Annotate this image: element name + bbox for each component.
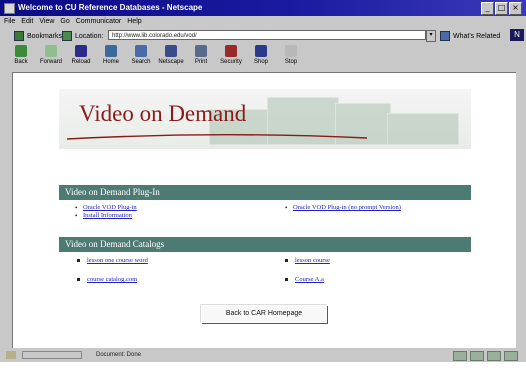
security-icon xyxy=(225,45,237,57)
toolbar-button-label: Stop xyxy=(284,59,298,65)
catalog-item: lesson one course word xyxy=(77,257,267,276)
menu-communicator[interactable]: Communicator xyxy=(76,16,122,28)
stop-icon xyxy=(285,45,297,57)
toolbar-button-label: Back xyxy=(14,59,28,65)
toolbar-button-shop[interactable]: Shop xyxy=(246,43,276,71)
bookmarks-label: Bookmarks xyxy=(27,32,63,40)
catalog-link[interactable]: lesson one course word xyxy=(87,257,267,265)
toolbar-button-home[interactable]: Home xyxy=(96,43,126,71)
oracle-vod-plugin-link[interactable]: Oracle VOD Plug-in xyxy=(75,204,275,212)
menu-edit[interactable]: Edit xyxy=(21,16,33,28)
toolbar-button-label: Print xyxy=(194,59,208,65)
security-lock-icon[interactable] xyxy=(6,351,16,359)
minimize-button[interactable]: _ xyxy=(481,2,494,15)
toolbar-button-label: Shop xyxy=(253,59,268,65)
catalog-link[interactable]: lesson course xyxy=(295,257,465,265)
status-bar: Document: Done xyxy=(0,348,526,362)
catalog-link[interactable]: Course A.a xyxy=(295,276,465,284)
search-icon xyxy=(135,45,147,57)
menu-help[interactable]: Help xyxy=(127,16,141,28)
close-button[interactable]: × xyxy=(509,2,522,15)
status-text: Document: Done xyxy=(96,352,142,358)
toolbar-button-security[interactable]: Security xyxy=(216,43,246,71)
bookmarks-button[interactable]: Bookmarks xyxy=(14,31,62,41)
whats-related-label: What's Related xyxy=(453,32,501,40)
location-label-group: Location: xyxy=(62,31,103,41)
progress-bar xyxy=(22,351,82,359)
plugin-links-left: Oracle VOD Plug-in Install Information xyxy=(75,204,275,220)
toolbar-button-stop[interactable]: Stop xyxy=(276,43,306,71)
navigation-toolbar: Back Forward Reload Home Search Netscape Print… xyxy=(0,43,526,71)
url-dropdown-button[interactable]: ▾ xyxy=(426,30,436,42)
video-on-demand-banner: Video on Demand xyxy=(59,89,471,149)
banner-title: Video on Demand xyxy=(79,101,247,126)
back-to-homepage-button[interactable]: Back to CAR Homepage xyxy=(201,305,327,323)
bullet-square xyxy=(77,278,80,281)
install-information-link[interactable]: Install Information xyxy=(75,212,275,220)
bullet-square xyxy=(285,278,288,281)
whats-related-button[interactable]: What's Related xyxy=(440,31,500,41)
toolbar-button-search[interactable]: Search xyxy=(126,43,156,71)
toolbar-button-label: Search xyxy=(131,59,151,65)
banner-swoosh xyxy=(67,134,367,140)
home-icon xyxy=(105,45,117,57)
component-bar xyxy=(453,351,518,361)
catalog-section-heading: Video on Demand Catalogs xyxy=(59,237,471,252)
toolbar-button-print[interactable]: Print xyxy=(186,43,216,71)
toolbar-button-label: Home xyxy=(102,59,119,65)
toolbar-button-label: Security xyxy=(220,59,242,65)
oracle-vod-plugin-no-prompt-link[interactable]: Oracle VOD Plug-in (no prompt Version) xyxy=(285,204,465,212)
window-title: Welcome to CU Reference Databases - Nets… xyxy=(18,3,203,12)
catalog-item: course catalog.com xyxy=(77,276,267,295)
catalog-list-right: lesson course Course A.a xyxy=(285,257,465,295)
bookmarks-icon xyxy=(14,31,24,41)
print-icon xyxy=(195,45,207,57)
plugin-section-heading: Video on Demand Plug-In xyxy=(59,185,471,200)
menu-file[interactable]: File xyxy=(4,16,15,28)
location-label: Location: xyxy=(75,32,104,40)
menu-go[interactable]: Go xyxy=(60,16,69,28)
plugin-links-right: Oracle VOD Plug-in (no prompt Version) xyxy=(285,204,465,212)
toolbar-button-label: Reload xyxy=(71,59,91,65)
menu-view[interactable]: View xyxy=(39,16,54,28)
maximize-button[interactable]: □ xyxy=(495,2,508,15)
reload-icon xyxy=(75,45,87,57)
right-frame-edge xyxy=(516,72,526,348)
page-proxy-icon xyxy=(62,31,72,41)
netscape-app-icon xyxy=(4,3,15,14)
toolbar-button-netscape[interactable]: Netscape xyxy=(156,43,186,71)
netscape-icon xyxy=(165,45,177,57)
toolbar-button-reload[interactable]: Reload xyxy=(66,43,96,71)
composer-icon[interactable] xyxy=(504,351,518,361)
navigator-icon[interactable] xyxy=(453,351,467,361)
netscape-logo-icon[interactable]: N xyxy=(510,29,524,41)
whats-related-icon xyxy=(440,31,450,41)
toolbar-button-forward[interactable]: Forward xyxy=(36,43,66,71)
title-bar: Welcome to CU Reference Databases - Nets… xyxy=(0,0,526,16)
newsgroups-icon[interactable] xyxy=(487,351,501,361)
toolbar-button-back[interactable]: Back xyxy=(6,43,36,71)
url-input[interactable]: http://www.lib.colorado.edu/vod/ xyxy=(108,30,426,40)
bullet-square xyxy=(285,259,288,262)
location-toolbar: Bookmarks Location: http://www.lib.color… xyxy=(0,28,526,43)
browser-window: Welcome to CU Reference Databases - Nets… xyxy=(0,0,526,362)
catalog-list-left: lesson one course word course catalog.co… xyxy=(77,257,267,295)
shop-icon xyxy=(255,45,267,57)
window-controls: _ □ × xyxy=(481,2,522,15)
catalog-link[interactable]: course catalog.com xyxy=(87,276,267,284)
toolbar-button-label: Netscape xyxy=(158,59,184,65)
catalog-item: lesson course xyxy=(285,257,465,276)
bullet-square xyxy=(77,259,80,262)
toolbar-button-label: Forward xyxy=(39,59,62,65)
mail-icon[interactable] xyxy=(470,351,484,361)
page-content: Video on Demand Video on Demand Plug-In … xyxy=(12,72,516,348)
catalog-item: Course A.a xyxy=(285,276,465,295)
menu-bar: File Edit View Go Communicator Help xyxy=(0,16,526,28)
forward-arrow-icon xyxy=(45,45,57,57)
back-arrow-icon xyxy=(15,45,27,57)
